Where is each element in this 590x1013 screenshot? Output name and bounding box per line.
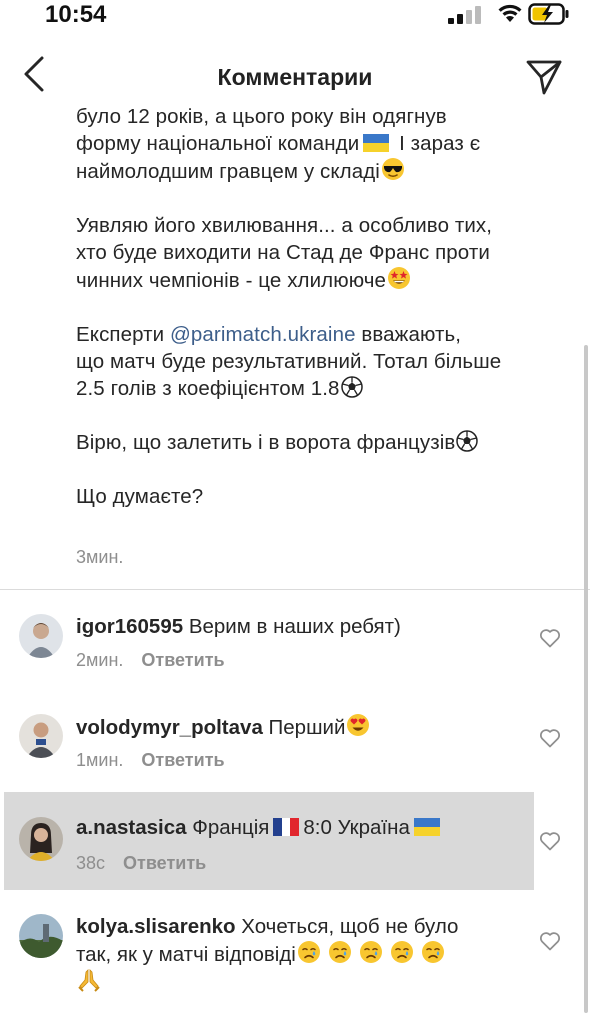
caption-line: Що думаєте? bbox=[76, 485, 204, 508]
caption-paragraph: Що думаєте? bbox=[76, 483, 556, 510]
caption-timestamp: 3мин. bbox=[76, 547, 124, 567]
caption-line: хто буде виходити на Стад де Франс проти bbox=[76, 241, 490, 264]
ukraine-flag-icon bbox=[413, 818, 440, 836]
page-title: Комментарии bbox=[217, 64, 373, 90]
comment-username[interactable]: a.nastasica bbox=[76, 816, 187, 839]
crying-face-icon bbox=[421, 941, 444, 963]
comment-line: так, як у матчі відповіді bbox=[76, 940, 516, 968]
comment-username[interactable]: igor160595 bbox=[76, 615, 183, 638]
status-bar: 10:54 bbox=[0, 0, 590, 36]
comment-meta: 38с Ответить bbox=[76, 853, 206, 874]
mention-link[interactable]: @parimatch.ukraine bbox=[170, 323, 356, 346]
like-heart-icon[interactable] bbox=[539, 831, 561, 851]
ukraine-flag-icon bbox=[363, 134, 390, 152]
folded-hands-icon bbox=[78, 969, 100, 992]
like-heart-icon[interactable] bbox=[539, 931, 561, 951]
battery-charging-icon bbox=[528, 3, 569, 25]
caption-line: наймолодшим гравцем у складі bbox=[76, 157, 556, 185]
header: Комментарии bbox=[0, 40, 590, 108]
like-heart-icon[interactable] bbox=[539, 728, 561, 748]
caption-line: що матч буде результативний. Тотал більш… bbox=[76, 350, 502, 373]
comment-timestamp: 2мин. bbox=[76, 650, 124, 670]
soccer-ball-icon bbox=[340, 376, 363, 398]
comment-content: Хочеться, щоб не було bbox=[241, 915, 459, 938]
reply-button[interactable]: Ответить bbox=[141, 650, 224, 670]
caption-line: 2.5 голів з коефіцієнтом 1.8 bbox=[76, 375, 556, 402]
crying-face-icon bbox=[359, 941, 382, 963]
comment-meta: 2мин. Ответить bbox=[76, 650, 225, 671]
scrollbar[interactable] bbox=[584, 345, 588, 1013]
crying-face-icon bbox=[297, 941, 320, 963]
reply-button[interactable]: Ответить bbox=[141, 750, 224, 770]
france-flag-icon bbox=[273, 818, 300, 836]
caption-paragraph: було 12 років, а цього року він одягнув … bbox=[76, 103, 556, 185]
caption-paragraph: Вірю, що залетить і в ворота французів bbox=[76, 429, 556, 456]
comment-meta: 1мин. Ответить bbox=[76, 750, 225, 771]
comment-username[interactable]: volodymyr_poltava bbox=[76, 716, 263, 739]
reply-button[interactable]: Ответить bbox=[123, 853, 206, 873]
comment-text: a.nastasica Франція 8:0 Україна bbox=[76, 814, 516, 841]
comment-text: igor160595 Верим в наших ребят) bbox=[76, 613, 516, 640]
highlight-background bbox=[4, 792, 534, 890]
comment-line bbox=[76, 968, 516, 996]
caption-line: Вірю, що залетить і в ворота французів bbox=[76, 429, 556, 456]
status-time: 10:54 bbox=[45, 1, 107, 28]
divider bbox=[0, 589, 590, 590]
comment-timestamp: 38с bbox=[76, 853, 106, 873]
caption-paragraph: Експерти @parimatch.ukraine вважають, що… bbox=[76, 321, 556, 402]
direct-message-button[interactable] bbox=[525, 58, 563, 96]
comment-text: volodymyr_poltava Перший bbox=[76, 713, 516, 741]
comment-text: kolya.slisarenko Хочеться, щоб не було т… bbox=[76, 913, 516, 996]
avatar[interactable] bbox=[19, 714, 63, 758]
avatar[interactable] bbox=[19, 914, 63, 958]
avatar[interactable] bbox=[19, 614, 63, 658]
caption-paragraph: Уявляю його хвилювання... а особливо тих… bbox=[76, 212, 556, 294]
comments-screen: 10:54 Комментарии було 12 років, а цього… bbox=[0, 0, 590, 1013]
cellular-signal-icon bbox=[448, 6, 481, 24]
comment-line: kolya.slisarenko Хочеться, щоб не було bbox=[76, 913, 516, 940]
comment-username[interactable]: kolya.slisarenko bbox=[76, 915, 236, 938]
caption-line: чинних чемпіонів - це хлилююче bbox=[76, 266, 556, 294]
wifi-icon bbox=[498, 4, 522, 22]
like-heart-icon[interactable] bbox=[539, 628, 561, 648]
comment-content: Франція bbox=[192, 816, 270, 839]
comment-content: Перший bbox=[268, 716, 346, 739]
soccer-ball-icon bbox=[456, 430, 479, 452]
crying-face-icon bbox=[390, 941, 413, 963]
star-struck-face-icon bbox=[388, 267, 410, 289]
comment-timestamp: 1мин. bbox=[76, 750, 124, 770]
heart-eyes-face-icon bbox=[347, 714, 370, 736]
avatar[interactable] bbox=[19, 817, 63, 861]
caption-line: Експерти @parimatch.ukraine вважають, bbox=[76, 323, 462, 346]
paper-plane-icon bbox=[526, 60, 562, 95]
caption-line: Уявляю його хвилювання... а особливо тих… bbox=[76, 214, 493, 237]
comment-content: 8:0 Україна bbox=[303, 816, 410, 839]
comment-content: Верим в наших ребят) bbox=[188, 615, 401, 638]
caption-line: форму національної команди I зараз є bbox=[76, 132, 481, 155]
post-caption: було 12 років, а цього року він одягнув … bbox=[76, 103, 556, 510]
sunglasses-face-icon bbox=[381, 158, 404, 180]
comment-content: так, як у матчі відповіді bbox=[76, 943, 296, 966]
crying-face-icon bbox=[328, 941, 351, 963]
